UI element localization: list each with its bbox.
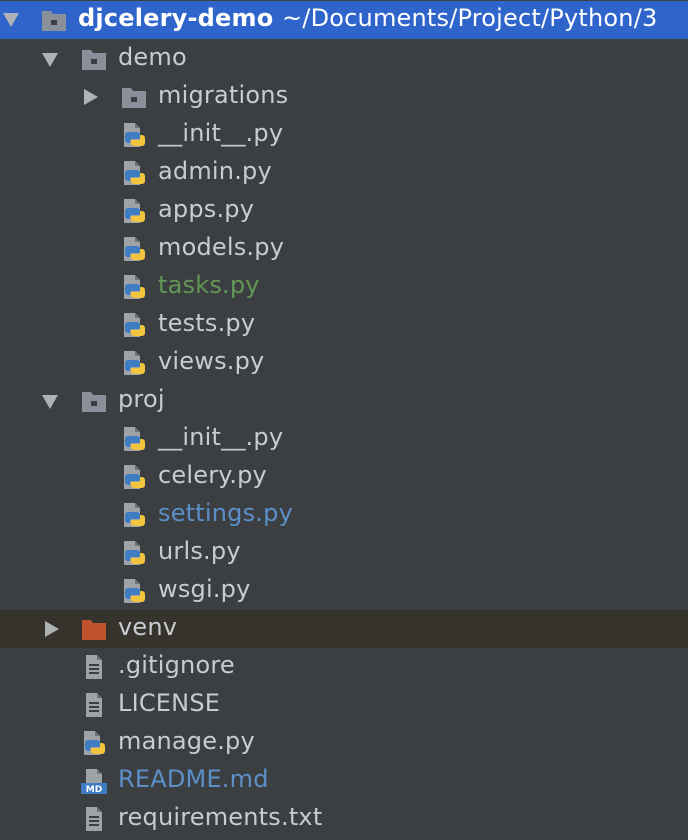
expand-arrow-icon[interactable]	[3, 13, 19, 27]
file-name: __init__.py	[158, 119, 284, 147]
tree-row-file[interactable]: .gitignore	[0, 648, 688, 686]
file-name: settings.py	[158, 499, 293, 527]
python-file-icon	[120, 311, 148, 339]
file-name: wsgi.py	[158, 575, 251, 603]
folder-name: proj	[118, 385, 165, 413]
tree-row-file[interactable]: admin.py	[0, 154, 688, 192]
text-file-icon	[80, 691, 108, 719]
folder-name: venv	[118, 613, 178, 641]
expand-arrow-icon[interactable]	[42, 395, 58, 409]
tree-row-file[interactable]: celery.py	[0, 458, 688, 496]
file-name: apps.py	[158, 195, 255, 223]
file-name: .gitignore	[118, 651, 235, 679]
python-file-icon	[120, 501, 148, 529]
tree-row-file[interactable]: wsgi.py	[0, 572, 688, 610]
root-folder-name: djcelery-demo	[78, 4, 274, 32]
file-name: README.md	[118, 765, 269, 793]
tree-row-file[interactable]: requirements.txt	[0, 800, 688, 838]
text-file-icon	[80, 653, 108, 681]
tree-row-file[interactable]: tasks.py	[0, 268, 688, 306]
module-folder-icon	[80, 387, 108, 415]
folder-name: demo	[118, 43, 187, 71]
python-file-icon	[120, 273, 148, 301]
tree-row-file[interactable]: LICENSE	[0, 686, 688, 724]
python-file-icon	[120, 159, 148, 187]
collapse-arrow-icon[interactable]	[84, 89, 98, 105]
tree-row-file[interactable]: settings.py	[0, 496, 688, 534]
module-folder-icon	[40, 6, 68, 34]
tree-row-migrations[interactable]: migrations	[0, 78, 688, 116]
python-file-icon	[120, 349, 148, 377]
tree-row-file[interactable]: tests.py	[0, 306, 688, 344]
text-file-icon	[80, 805, 108, 833]
file-name: __init__.py	[158, 423, 284, 451]
tree-row-file[interactable]: manage.py	[0, 724, 688, 762]
file-name: requirements.txt	[118, 803, 323, 831]
file-name: celery.py	[158, 461, 267, 489]
root-folder-path: ~/Documents/Project/Python/3	[281, 4, 658, 32]
tree-row-proj[interactable]: proj	[0, 382, 688, 420]
expand-arrow-icon[interactable]	[42, 53, 58, 67]
tree-row-file[interactable]: views.py	[0, 344, 688, 382]
python-file-icon	[120, 539, 148, 567]
tree-row-file[interactable]: apps.py	[0, 192, 688, 230]
file-name: views.py	[158, 347, 265, 375]
file-name: tests.py	[158, 309, 256, 337]
tree-row-root[interactable]: djcelery-demo ~/Documents/Project/Python…	[0, 1, 688, 39]
file-name: urls.py	[158, 537, 241, 565]
python-file-icon	[120, 121, 148, 149]
tree-row-file[interactable]: urls.py	[0, 534, 688, 572]
file-name: tasks.py	[158, 271, 260, 299]
python-file-icon	[120, 235, 148, 263]
tree-row-file[interactable]: __init__.py	[0, 420, 688, 458]
collapse-arrow-icon[interactable]	[45, 621, 59, 637]
file-name: models.py	[158, 233, 285, 261]
python-file-icon	[120, 197, 148, 225]
excluded-folder-icon	[80, 615, 108, 643]
module-folder-icon	[120, 83, 148, 111]
tree-row-file[interactable]: models.py	[0, 230, 688, 268]
project-tree: djcelery-demo ~/Documents/Project/Python…	[0, 0, 688, 840]
module-folder-icon	[80, 45, 108, 73]
tree-row-file[interactable]: README.md	[0, 762, 688, 800]
tree-row-demo[interactable]: demo	[0, 40, 688, 78]
folder-name: migrations	[158, 81, 289, 109]
python-file-icon	[120, 577, 148, 605]
tree-row-venv[interactable]: venv	[0, 610, 688, 648]
file-name: manage.py	[118, 727, 255, 755]
file-name: LICENSE	[118, 689, 221, 717]
markdown-file-icon	[80, 767, 108, 795]
python-file-icon	[120, 463, 148, 491]
python-file-icon	[120, 425, 148, 453]
tree-row-file[interactable]: __init__.py	[0, 116, 688, 154]
python-file-icon	[80, 729, 108, 757]
file-name: admin.py	[158, 157, 272, 185]
